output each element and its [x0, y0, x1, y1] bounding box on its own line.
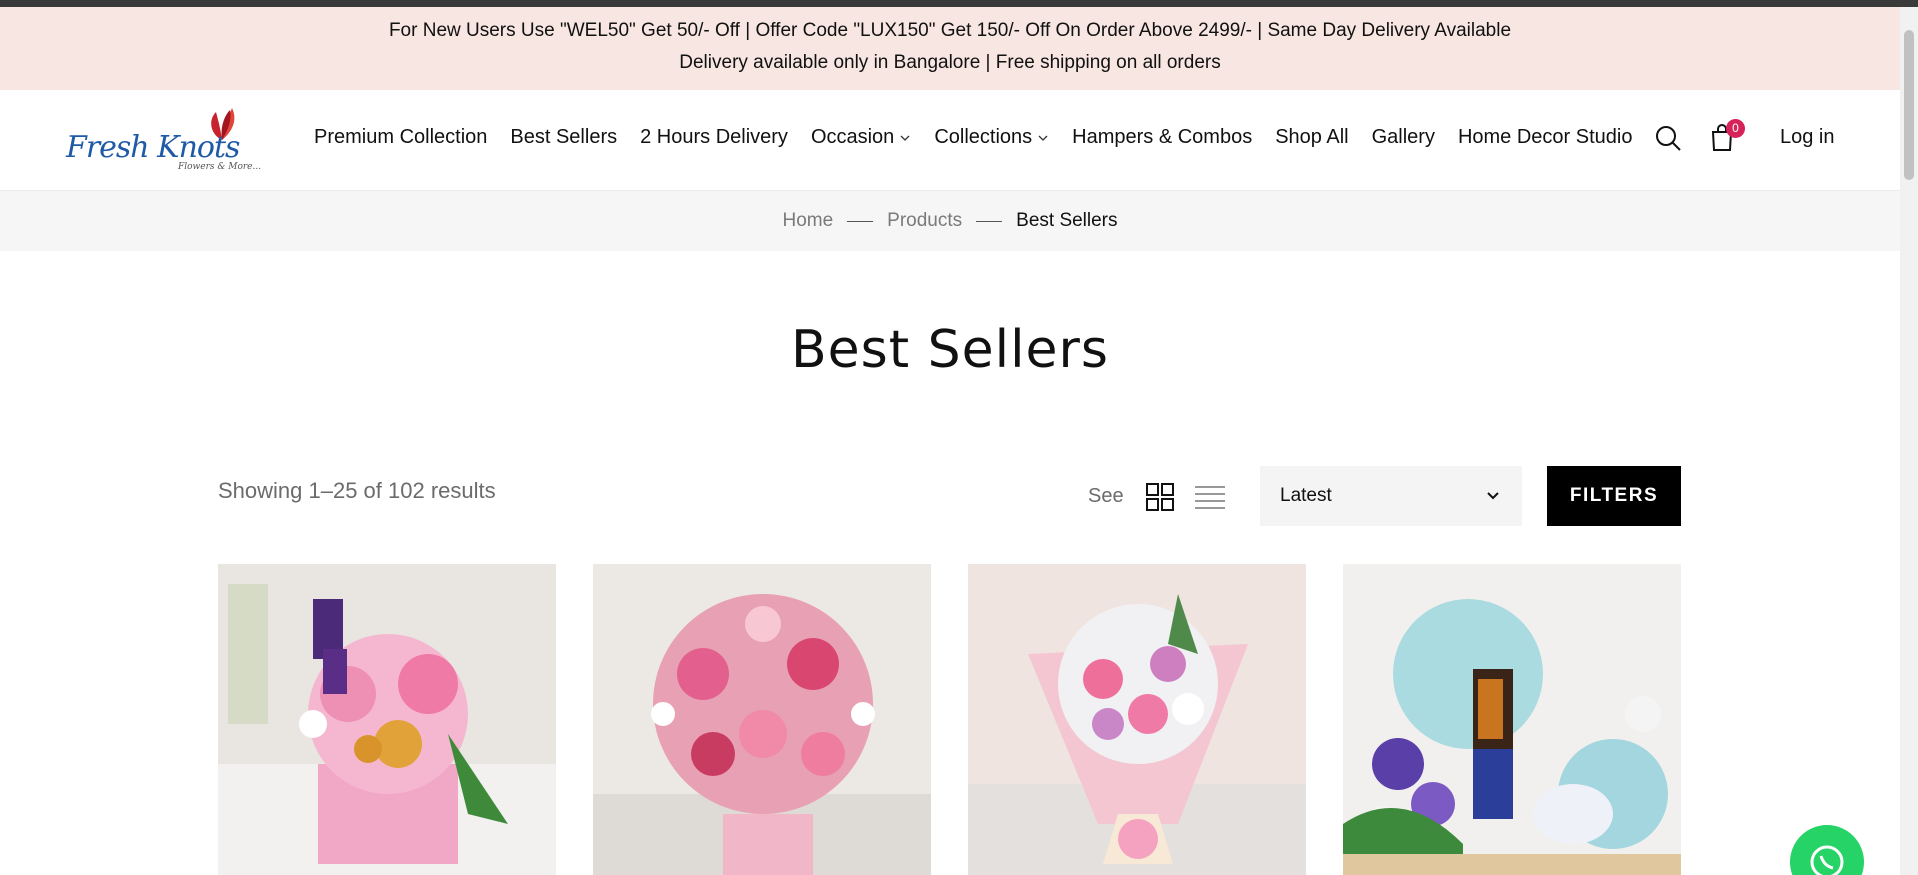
logo-tagline: Flowers & More... [178, 162, 262, 172]
product-image [1343, 564, 1681, 875]
sort-select-value: Latest [1280, 485, 1332, 506]
window-top-bar [0, 0, 1918, 7]
product-card[interactable] [218, 564, 556, 875]
nav-item-best-sellers[interactable]: Best Sellers [510, 126, 617, 149]
nav-item-home-decor-studio[interactable]: Home Decor Studio [1458, 126, 1633, 149]
nav-item-2-hours-delivery[interactable]: 2 Hours Delivery [640, 126, 788, 149]
product-card[interactable] [593, 564, 931, 875]
search-icon[interactable] [1654, 124, 1682, 152]
breadcrumb-home[interactable]: Home [782, 210, 833, 232]
nav-item-shop-all[interactable]: Shop All [1275, 126, 1348, 149]
chevron-down-icon [1038, 135, 1048, 141]
chevron-down-icon [1487, 492, 1499, 500]
scrollbar-thumb[interactable] [1904, 30, 1914, 180]
product-card[interactable] [1343, 564, 1681, 875]
page-title: Best Sellers [790, 320, 1110, 380]
chevron-down-icon [900, 135, 910, 141]
logo[interactable]: Fresh Knots Flowers & More... [66, 106, 261, 178]
main-nav: Premium Collection Best Sellers 2 Hours … [314, 126, 1655, 149]
breadcrumb-current: Best Sellers [1016, 210, 1118, 231]
breadcrumb-products[interactable]: Products [887, 210, 962, 232]
nav-item-collections[interactable]: Collections [934, 126, 1049, 149]
breadcrumb-separator [847, 220, 874, 222]
results-count: Showing 1–25 of 102 results [218, 478, 496, 503]
grid-view-icon[interactable] [1145, 482, 1175, 512]
nav-item-gallery[interactable]: Gallery [1372, 126, 1435, 149]
view-label: See [1088, 485, 1124, 507]
product-image [218, 564, 556, 875]
filters-button[interactable]: FILTERS [1547, 466, 1681, 526]
site-header: Fresh Knots Flowers & More... Premium Co… [0, 90, 1900, 191]
product-image [593, 564, 931, 875]
sort-select[interactable]: Latest [1260, 466, 1522, 526]
login-link[interactable]: Log in [1780, 126, 1835, 149]
breadcrumb-separator [976, 220, 1003, 222]
announcement-line-1: For New Users Use "WEL50" Get 50/- Off |… [388, 20, 1512, 41]
list-view-icon[interactable] [1195, 484, 1225, 510]
whatsapp-chat-button[interactable] [1790, 825, 1864, 875]
announcement-line-2: Delivery available only in Bangalore | F… [679, 52, 1221, 73]
announcement-bar: For New Users Use "WEL50" Get 50/- Off |… [0, 7, 1900, 90]
nav-item-hampers-combos[interactable]: Hampers & Combos [1072, 126, 1252, 149]
product-card[interactable] [968, 564, 1306, 875]
logo-wordmark: Fresh Knots [66, 130, 240, 165]
cart-count-badge: 0 [1726, 119, 1745, 138]
nav-item-occasion[interactable]: Occasion [811, 126, 911, 149]
nav-item-premium-collection[interactable]: Premium Collection [314, 126, 487, 149]
product-image [968, 564, 1306, 875]
whatsapp-icon [1810, 845, 1844, 875]
breadcrumb: Home Products Best Sellers [0, 191, 1900, 251]
